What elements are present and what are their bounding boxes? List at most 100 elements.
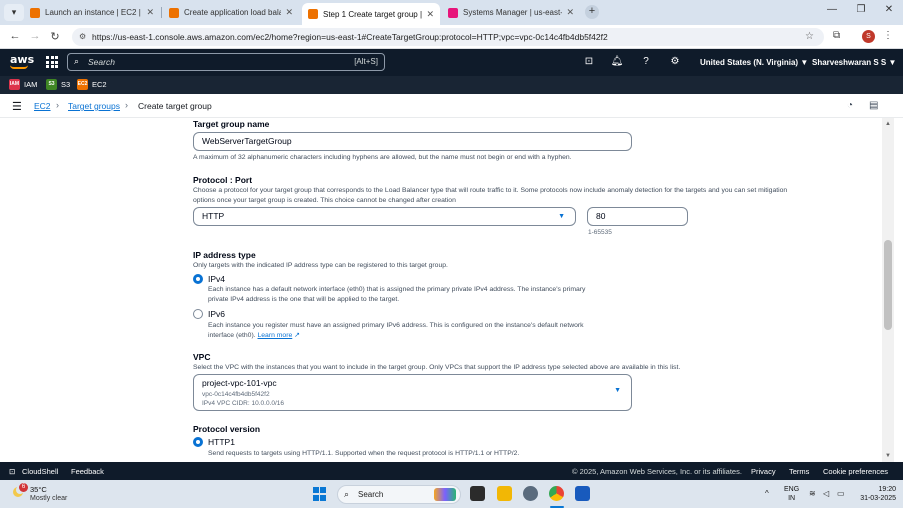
ipv6-desc-1: Each instance you register must have an … xyxy=(208,322,584,329)
reload-icon[interactable]: ↻ xyxy=(48,30,62,43)
profile-avatar[interactable]: S xyxy=(862,30,875,43)
cloudshell-link[interactable]: CloudShell xyxy=(22,467,58,476)
favorite-ec2[interactable]: EC2 EC2 xyxy=(77,79,107,90)
scroll-up-icon[interactable]: ▲ xyxy=(884,121,892,127)
favorite-s3[interactable]: S3 S3 xyxy=(46,79,70,90)
info-panel-icon[interactable]: ▤ xyxy=(869,100,878,111)
console-footer: ⊡ CloudShell Feedback © 2025, Amazon Web… xyxy=(0,462,903,480)
caret-down-icon: ▼ xyxy=(614,387,621,394)
search-icon: ⌕ xyxy=(344,489,350,499)
scroll-down-icon[interactable]: ▼ xyxy=(884,453,892,459)
word-icon[interactable] xyxy=(575,486,590,501)
notifications-bell-icon[interactable]: 🔔︎ xyxy=(610,56,624,67)
ec2-favicon-icon xyxy=(308,9,318,19)
weather-badge: 6 xyxy=(19,483,28,492)
file-explorer-icon[interactable] xyxy=(497,486,512,501)
browser-tab-systems-manager[interactable]: Systems Manager | us-east-1 ✕ xyxy=(442,3,580,22)
external-link-icon: ↗ xyxy=(294,332,300,339)
protocol-version-title: Protocol version xyxy=(193,424,261,434)
http1-radio[interactable] xyxy=(193,437,203,447)
task-view-icon[interactable] xyxy=(470,486,485,501)
tab-label: Launch an instance | EC2 | us-e xyxy=(45,8,142,17)
chevron-right-icon: › xyxy=(56,100,59,110)
menu-hamburger-icon[interactable]: ☰ xyxy=(12,100,22,113)
account-menu[interactable]: Sharveshwaran S S ▼ xyxy=(812,58,896,67)
breadcrumb: ☰ EC2 › Target groups › Create target gr… xyxy=(0,94,903,118)
new-tab-button[interactable]: + xyxy=(585,5,599,19)
protocol-select[interactable]: HTTP ▼ xyxy=(193,207,576,226)
favorite-iam[interactable]: IAM IAM xyxy=(9,79,37,90)
feedback-link[interactable]: Feedback xyxy=(71,467,104,476)
chrome-icon[interactable] xyxy=(549,486,564,501)
forward-icon[interactable]: → xyxy=(28,30,42,42)
url-field[interactable]: ⚙ https://us-east-1.console.aws.amazon.c… xyxy=(72,28,824,46)
maximize-icon[interactable]: ❐ xyxy=(852,4,870,15)
close-tab-icon[interactable]: ✕ xyxy=(285,7,293,18)
target-group-name-input[interactable]: WebServerTargetGroup xyxy=(193,132,632,151)
http1-label: HTTP1 xyxy=(208,437,235,447)
protocol-value: HTTP xyxy=(202,211,225,221)
learn-more-link[interactable]: Learn more xyxy=(258,332,293,339)
windows-start-icon[interactable] xyxy=(313,487,327,501)
terms-link[interactable]: Terms xyxy=(789,467,809,476)
vpc-id: vpc-0c14c4fb4db5f42f2 xyxy=(202,391,270,398)
browser-tab-launch-instance[interactable]: Launch an instance | EC2 | us-e ✕ xyxy=(24,3,160,22)
aws-logo[interactable]: aws xyxy=(10,53,34,69)
search-shortcut-hint: [Alt+S] xyxy=(354,57,378,66)
ipv6-radio[interactable] xyxy=(193,309,203,319)
aws-search-box[interactable]: ⌕ [Alt+S] xyxy=(67,53,385,71)
extensions-icon[interactable]: ⧉ xyxy=(833,30,840,41)
systems-manager-favicon-icon xyxy=(448,7,458,18)
language-indicator[interactable]: ENG IN xyxy=(784,485,799,503)
recent-activity-icon[interactable]: ◔ xyxy=(847,100,853,111)
favorites-bar: IAM IAM S3 S3 EC2 EC2 xyxy=(0,76,903,94)
region-selector[interactable]: United States (N. Virginia) ▼ xyxy=(700,58,808,67)
ipv4-desc-1: Each instance has a default network inte… xyxy=(208,286,586,293)
ipv4-desc-2: private IPv4 address is the one that wil… xyxy=(208,296,400,303)
favorite-label: S3 xyxy=(61,80,71,89)
wifi-icon[interactable]: ≋ xyxy=(809,489,816,498)
port-input[interactable]: 80 xyxy=(587,207,688,226)
language-code: ENG xyxy=(784,486,800,493)
back-icon[interactable]: ← xyxy=(8,30,22,42)
ipv6-label: IPv6 xyxy=(208,309,226,319)
services-grid-icon[interactable] xyxy=(46,56,58,68)
close-tab-icon[interactable]: ✕ xyxy=(426,9,434,20)
close-window-icon[interactable]: ✕ xyxy=(880,4,898,15)
minimize-icon[interactable]: — xyxy=(823,4,841,15)
site-info-icon[interactable]: ⚙ xyxy=(79,28,86,46)
scrollbar-thumb[interactable] xyxy=(884,240,892,330)
show-hidden-icons-chevron-icon[interactable]: ^ xyxy=(765,489,769,498)
aws-top-nav: aws ⌕ [Alt+S] ⊡ 🔔︎ ? ⚙ United States (N.… xyxy=(0,49,903,76)
url-text: https://us-east-1.console.aws.amazon.com… xyxy=(92,32,608,42)
tab-search-button[interactable]: ▾ xyxy=(4,4,24,21)
battery-icon[interactable]: ▭ xyxy=(837,489,845,498)
ec2-icon: EC2 xyxy=(77,79,88,90)
iam-icon: IAM xyxy=(9,79,20,90)
close-tab-icon[interactable]: ✕ xyxy=(566,7,574,18)
ec2-favicon-icon xyxy=(169,7,179,18)
settings-gear-icon[interactable]: ⚙ xyxy=(668,56,682,67)
help-icon[interactable]: ? xyxy=(639,56,653,67)
browser-menu-icon[interactable]: ⋮ xyxy=(883,30,893,41)
browser-tab-create-alb[interactable]: Create application load balanc ✕ xyxy=(163,3,299,22)
vpc-select[interactable]: project-vpc-101-vpc vpc-0c14c4fb4db5f42f… xyxy=(193,374,632,411)
taskbar-search[interactable]: ⌕ Search xyxy=(337,485,461,504)
address-bar: ← → ↻ ⚙ https://us-east-1.console.aws.am… xyxy=(0,25,903,49)
bookmark-star-icon[interactable]: ☆ xyxy=(805,28,814,46)
browser-tab-create-target-group[interactable]: Step 1 Create target group | EC ✕ xyxy=(302,3,440,25)
aws-search-input[interactable] xyxy=(88,55,318,69)
app-icon[interactable] xyxy=(523,486,538,501)
keyboard-region: IN xyxy=(788,495,796,502)
close-tab-icon[interactable]: ✕ xyxy=(146,7,154,18)
clock-date: 31-03-2025 xyxy=(860,495,896,502)
breadcrumb-ec2[interactable]: EC2 xyxy=(34,101,51,111)
privacy-link[interactable]: Privacy xyxy=(751,467,776,476)
cookie-preferences-link[interactable]: Cookie preferences xyxy=(823,467,888,476)
cloudshell-icon[interactable]: ⊡ xyxy=(582,56,596,67)
ipv4-radio[interactable] xyxy=(193,274,203,284)
tab-label: Step 1 Create target group | EC xyxy=(323,9,423,19)
volume-icon[interactable]: ◁ xyxy=(823,489,829,498)
system-clock[interactable]: 19:20 31-03-2025 xyxy=(856,485,896,503)
breadcrumb-target-groups[interactable]: Target groups xyxy=(68,101,120,111)
